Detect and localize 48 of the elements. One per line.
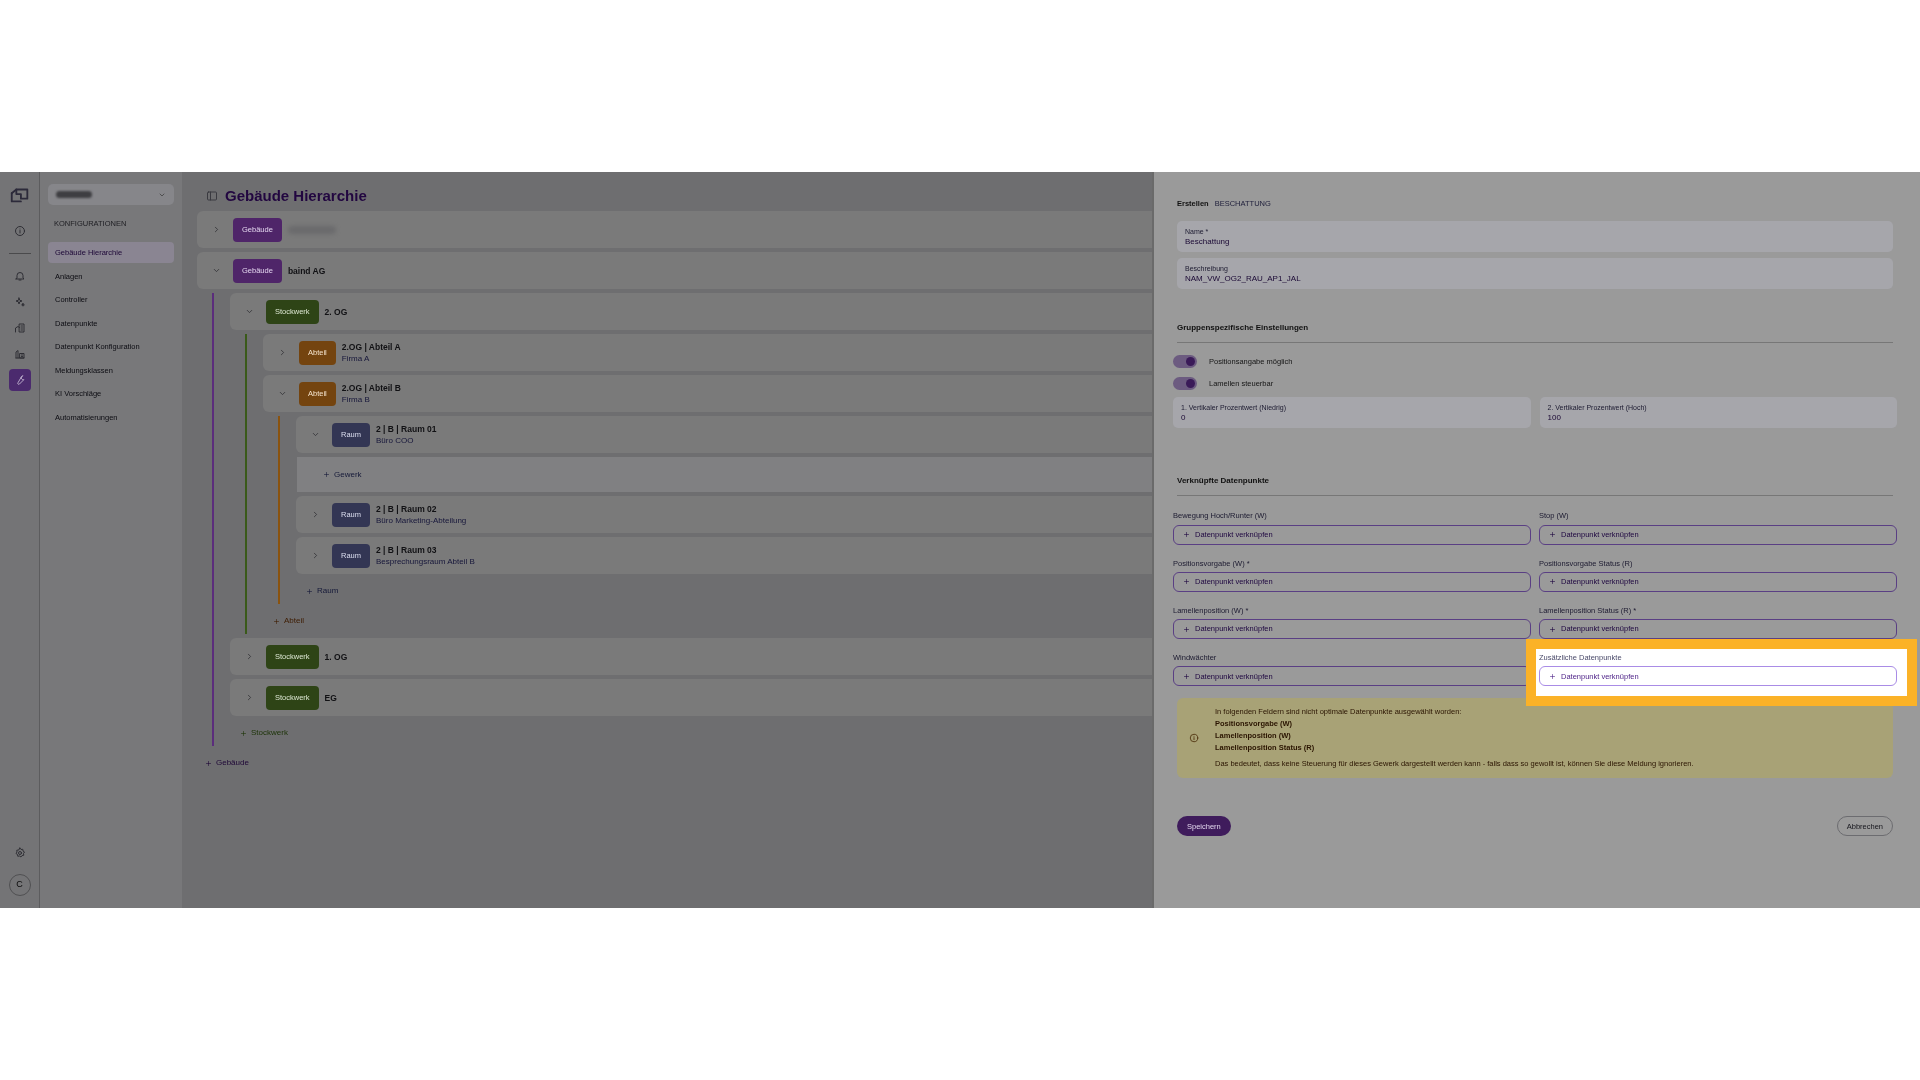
plus-icon (1183, 672, 1190, 680)
node-title: 2.OG | Abteil B (341, 381, 401, 394)
chevron-down-icon (310, 430, 320, 439)
toggle-switch[interactable] (1173, 376, 1197, 390)
bell-icon (13, 270, 26, 282)
add-button[interactable]: Gebäude (205, 748, 249, 778)
settings-icon (13, 847, 26, 859)
sparkles-icon (13, 296, 26, 308)
node-subtitle: Büro Marketing-Abteilung (376, 514, 467, 527)
add-button[interactable]: Gewerk (323, 468, 362, 481)
chevron-down-icon (244, 307, 254, 316)
chevron-down-icon (211, 266, 221, 275)
plus-icon (1183, 625, 1190, 633)
plus-icon (1549, 625, 1556, 633)
node-subtitle: Firma A (341, 352, 371, 365)
node-title: 2.OG | Abteil A (341, 340, 401, 353)
wrench-nav-button[interactable] (8, 369, 31, 391)
page-title: Gebäude Hierarchie (225, 185, 367, 206)
plus-icon (1549, 531, 1556, 538)
section-heading: Verknüpfte Datenpunkte (1177, 476, 1269, 486)
info-icon (1189, 733, 1199, 744)
chevron-down-icon (277, 389, 287, 398)
node-title: EG (324, 691, 337, 704)
node-title: 2 | B | Raum 01 (376, 422, 437, 435)
plus-icon (1549, 672, 1556, 680)
node-title: 1. OG (324, 650, 348, 663)
add-button[interactable]: Raum (306, 578, 1152, 604)
toggle-switch[interactable] (1173, 354, 1197, 368)
node-title: 2 | B | Raum 02 (376, 502, 438, 515)
plus-icon (273, 617, 280, 625)
plus-icon (1549, 578, 1556, 586)
blurred-text (56, 191, 92, 198)
plus-icon (323, 471, 330, 478)
info-icon (13, 225, 26, 237)
plus-icon (306, 587, 313, 595)
node-title: 2 | B | Raum 03 (376, 543, 438, 556)
plus-icon (205, 759, 212, 767)
sidebar-toggle-icon (206, 190, 218, 202)
node-subtitle: Besprechungsraum Abteil B (376, 555, 475, 568)
plus-icon (1183, 531, 1190, 538)
plus-icon (1183, 578, 1190, 586)
node-title: 2. OG (324, 305, 348, 318)
workspace-select[interactable] (48, 184, 174, 205)
node-title: baind AG (287, 264, 326, 277)
plus-icon (240, 729, 247, 737)
node-subtitle: Firma B (341, 393, 371, 406)
section-heading: Gruppenspezifische Einstellungen (1177, 323, 1309, 333)
node-subtitle: Büro COO (376, 434, 415, 447)
